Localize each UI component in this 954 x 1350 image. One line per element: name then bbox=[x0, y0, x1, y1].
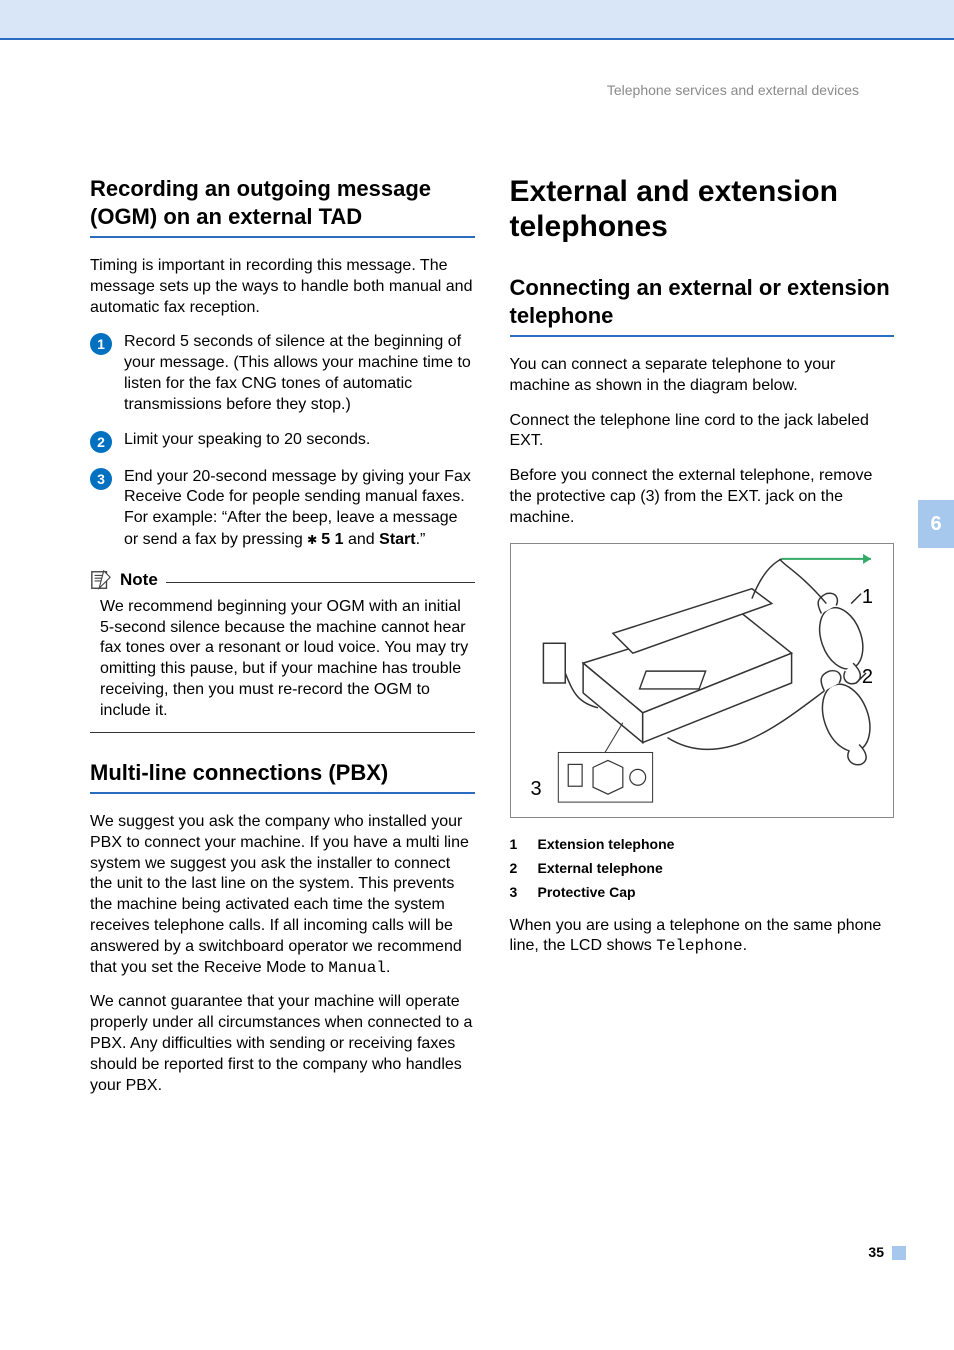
step-2: 2 Limit your speaking to 20 seconds. bbox=[90, 430, 475, 453]
section-heading-connecting: Connecting an external or extension tele… bbox=[510, 274, 895, 337]
connect-p3: Before you connect the external telephon… bbox=[510, 466, 895, 528]
lcd-paragraph: When you are using a telephone on the sa… bbox=[510, 916, 895, 958]
step-1: 1 Record 5 seconds of silence at the beg… bbox=[90, 332, 475, 415]
diagram-callout-3: 3 bbox=[531, 778, 542, 801]
legend-text: Extension telephone bbox=[538, 836, 675, 852]
page-content: Recording an outgoing message (OGM) on a… bbox=[0, 40, 954, 1110]
note-body: We recommend beginning your OGM with an … bbox=[90, 597, 475, 733]
right-column: External and extension telephones Connec… bbox=[510, 175, 895, 1110]
page-top-bar bbox=[0, 0, 954, 40]
legend-row-3: 3 Protective Cap bbox=[510, 884, 895, 900]
section-heading-pbx: Multi-line connections (PBX) bbox=[90, 759, 475, 795]
legend-num: 2 bbox=[510, 860, 520, 876]
pbx-paragraph-1: We suggest you ask the company who insta… bbox=[90, 812, 475, 978]
legend-num: 1 bbox=[510, 836, 520, 852]
diagram-svg bbox=[511, 544, 894, 817]
main-heading-external: External and extension telephones bbox=[510, 175, 895, 244]
step-3-code: 5 1 bbox=[317, 531, 344, 548]
step-3-part-c: and bbox=[344, 531, 380, 548]
running-header: Telephone services and external devices bbox=[607, 82, 859, 98]
ogm-intro: Timing is important in recording this me… bbox=[90, 256, 475, 318]
step-3: 3 End your 20-second message by giving y… bbox=[90, 467, 475, 551]
step-number-icon: 2 bbox=[90, 431, 112, 453]
connect-p1: You can connect a separate telephone to … bbox=[510, 355, 895, 397]
note-box: Note We recommend beginning your OGM wit… bbox=[90, 569, 475, 733]
connect-p2: Connect the telephone line cord to the j… bbox=[510, 411, 895, 453]
note-header: Note bbox=[90, 569, 475, 591]
step-2-text: Limit your speaking to 20 seconds. bbox=[124, 430, 475, 451]
step-number-icon: 3 bbox=[90, 468, 112, 490]
step-3-start: Start bbox=[379, 531, 415, 548]
page-number: 35 bbox=[868, 1244, 884, 1260]
pbx-p1-c: . bbox=[386, 959, 390, 976]
step-3-text: End your 20-second message by giving you… bbox=[124, 467, 475, 551]
step-3-part-e: .” bbox=[416, 531, 426, 548]
step-number-icon: 1 bbox=[90, 333, 112, 355]
note-icon bbox=[90, 569, 112, 591]
connection-diagram: 1 2 3 bbox=[510, 543, 895, 818]
lcd-p-c: . bbox=[743, 937, 747, 954]
diagram-callout-1: 1 bbox=[862, 586, 873, 609]
legend-text: External telephone bbox=[538, 860, 663, 876]
left-column: Recording an outgoing message (OGM) on a… bbox=[90, 175, 475, 1110]
lcd-p-telephone: Telephone bbox=[656, 937, 742, 955]
note-label: Note bbox=[120, 570, 158, 590]
pbx-paragraph-2: We cannot guarantee that your machine wi… bbox=[90, 992, 475, 1096]
chapter-tab: 6 bbox=[918, 500, 954, 548]
section-heading-ogm: Recording an outgoing message (OGM) on a… bbox=[90, 175, 475, 238]
legend-text: Protective Cap bbox=[538, 884, 636, 900]
star-symbol: ✱ bbox=[307, 529, 317, 548]
pbx-p1-a: We suggest you ask the company who insta… bbox=[90, 813, 469, 976]
legend-num: 3 bbox=[510, 884, 520, 900]
step-1-text: Record 5 seconds of silence at the begin… bbox=[124, 332, 475, 415]
page-number-decoration bbox=[892, 1246, 906, 1260]
legend-row-1: 1 Extension telephone bbox=[510, 836, 895, 852]
legend-row-2: 2 External telephone bbox=[510, 860, 895, 876]
note-rule bbox=[166, 582, 475, 583]
diagram-callout-2: 2 bbox=[862, 666, 873, 689]
pbx-p1-manual: Manual bbox=[328, 959, 386, 977]
